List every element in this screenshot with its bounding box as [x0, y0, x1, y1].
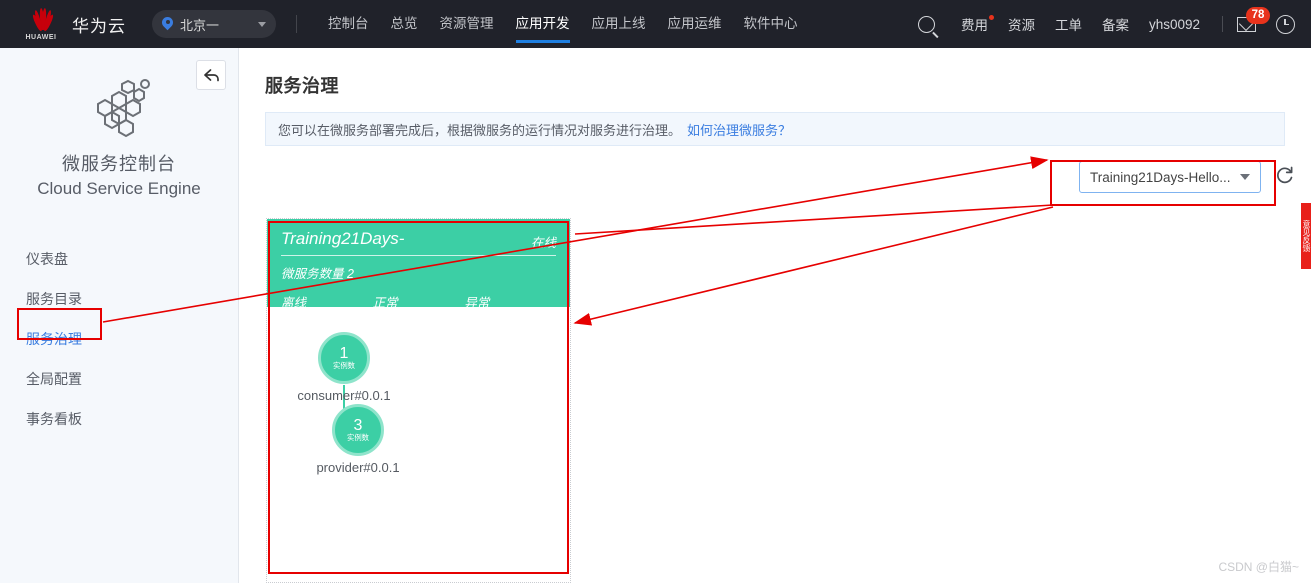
chevron-down-icon	[258, 21, 266, 27]
sidebar-item-global-config[interactable]: 全局配置	[0, 359, 238, 399]
refresh-icon	[1277, 166, 1293, 183]
service-topology-graph: 1 实例数 consumer#0.0.1 3 实例数 provider#0.0.…	[267, 307, 570, 583]
nav-item-filing[interactable]: 备案	[1092, 14, 1139, 34]
sidebar-item-transaction-board[interactable]: 事务看板	[0, 399, 238, 439]
application-select-value: Training21Days-Hello...	[1090, 169, 1231, 185]
sidebar: 微服务控制台 Cloud Service Engine 仪表盘 服务目录 服务治…	[0, 48, 239, 583]
instance-count-label: 实例数	[332, 360, 356, 370]
microservice-count: 微服务数量 2	[281, 263, 556, 282]
brand-name: 华为云	[72, 16, 126, 36]
back-arrow-icon	[203, 68, 219, 81]
back-button[interactable]	[196, 60, 226, 90]
top-navigation-bar: HUAWEI 华为云 北京一 控制台 总览 资源管理 应用开发 应用上线 应用运…	[0, 0, 1311, 48]
sidebar-item-dashboard[interactable]: 仪表盘	[0, 239, 238, 279]
nav-item-tickets[interactable]: 工单	[1045, 14, 1092, 34]
graph-node-provider[interactable]: 3 实例数 provider#0.0.1	[306, 404, 410, 475]
watermark: CSDN @白猫~	[1218, 560, 1299, 574]
huawei-cloud-logo[interactable]: HUAWEI 华为云	[24, 7, 126, 41]
nav-item-app-release[interactable]: 应用上线	[581, 0, 657, 48]
nav-item-software-center[interactable]: 软件中心	[733, 0, 809, 48]
region-selector[interactable]: 北京一	[152, 10, 276, 38]
sidebar-item-service-governance[interactable]: 服务治理	[0, 319, 238, 359]
instance-count-value: 1	[339, 344, 349, 362]
utility-nav: 费用 资源 工单 备案 yhs0092 78	[912, 0, 1311, 48]
service-card-header: Training21Days- 在线 微服务数量 2 离线 0 正常 2 异常 …	[267, 219, 570, 325]
instance-count-circle[interactable]: 3 实例数	[332, 404, 384, 456]
product-title-cn: 微服务控制台	[62, 154, 176, 174]
nav-divider	[296, 15, 297, 33]
nav-item-overview[interactable]: 总览	[380, 0, 429, 48]
account-name[interactable]: yhs0092	[1139, 17, 1210, 32]
sidebar-menu: 仪表盘 服务目录 服务治理 全局配置 事务看板	[0, 239, 238, 439]
nav-item-app-ops[interactable]: 应用运维	[657, 0, 733, 48]
page-title: 服务治理	[265, 76, 339, 96]
location-pin-icon	[162, 17, 173, 31]
instance-count-label: 实例数	[346, 432, 370, 442]
info-banner-link[interactable]: 如何治理微服务？	[687, 120, 791, 139]
info-banner: 您可以在微服务部署完成后，根据微服务的运行情况对服务进行治理。 如何治理微服务？	[265, 112, 1285, 146]
service-graph-card: Training21Days- 在线 微服务数量 2 离线 0 正常 2 异常 …	[266, 218, 571, 583]
clock-icon[interactable]	[1276, 14, 1295, 34]
service-selector-row: Training21Days-Hello...	[1079, 161, 1295, 193]
service-status-badge: 在线	[530, 236, 556, 250]
main-content: 服务治理 您可以在微服务部署完成后，根据微服务的运行情况对服务进行治理。 如何治…	[239, 48, 1311, 583]
instance-count-value: 3	[353, 416, 363, 434]
sidebar-item-service-catalog[interactable]: 服务目录	[0, 279, 238, 319]
hexagon-cluster-icon	[78, 76, 160, 138]
product-title-en: Cloud Service Engine	[37, 179, 201, 198]
refresh-button[interactable]	[1275, 165, 1295, 190]
application-select[interactable]: Training21Days-Hello...	[1079, 161, 1261, 193]
service-card-title: Training21Days-	[281, 229, 405, 248]
huawei-logo-icon: HUAWEI	[24, 7, 58, 41]
messages-button[interactable]: 78	[1237, 6, 1270, 32]
card-divider	[281, 255, 556, 256]
microservice-count-value: 2	[347, 267, 354, 281]
nav-item-billing-label: 费用	[960, 18, 988, 33]
instance-count-circle[interactable]: 1 实例数	[318, 332, 370, 384]
graph-node-label: consumer#0.0.1	[297, 388, 391, 403]
message-count-badge: 78	[1246, 6, 1270, 24]
nav-item-console[interactable]: 控制台	[317, 0, 380, 48]
nav-item-resources[interactable]: 资源	[998, 14, 1045, 34]
utility-divider	[1222, 16, 1223, 32]
region-label: 北京一	[180, 17, 220, 33]
graph-node-label: provider#0.0.1	[316, 460, 400, 475]
nav-item-app-development[interactable]: 应用开发	[505, 0, 581, 48]
feedback-side-tab[interactable]: 意见反馈	[1301, 203, 1311, 269]
microservice-count-label: 微服务数量	[281, 267, 344, 281]
graph-node-consumer[interactable]: 1 实例数 consumer#0.0.1	[292, 332, 396, 403]
search-icon[interactable]	[917, 15, 935, 33]
billing-alert-dot-icon	[988, 15, 994, 20]
chevron-down-icon	[1240, 174, 1250, 180]
info-banner-text: 您可以在微服务部署完成后，根据微服务的运行情况对服务进行治理。	[278, 122, 682, 138]
nav-item-billing[interactable]: 费用	[951, 14, 998, 34]
nav-item-resource-mgmt[interactable]: 资源管理	[429, 0, 505, 48]
huawei-wordmark: HUAWEI	[25, 34, 57, 41]
primary-nav: 控制台 总览 资源管理 应用开发 应用上线 应用运维 软件中心	[317, 0, 809, 48]
